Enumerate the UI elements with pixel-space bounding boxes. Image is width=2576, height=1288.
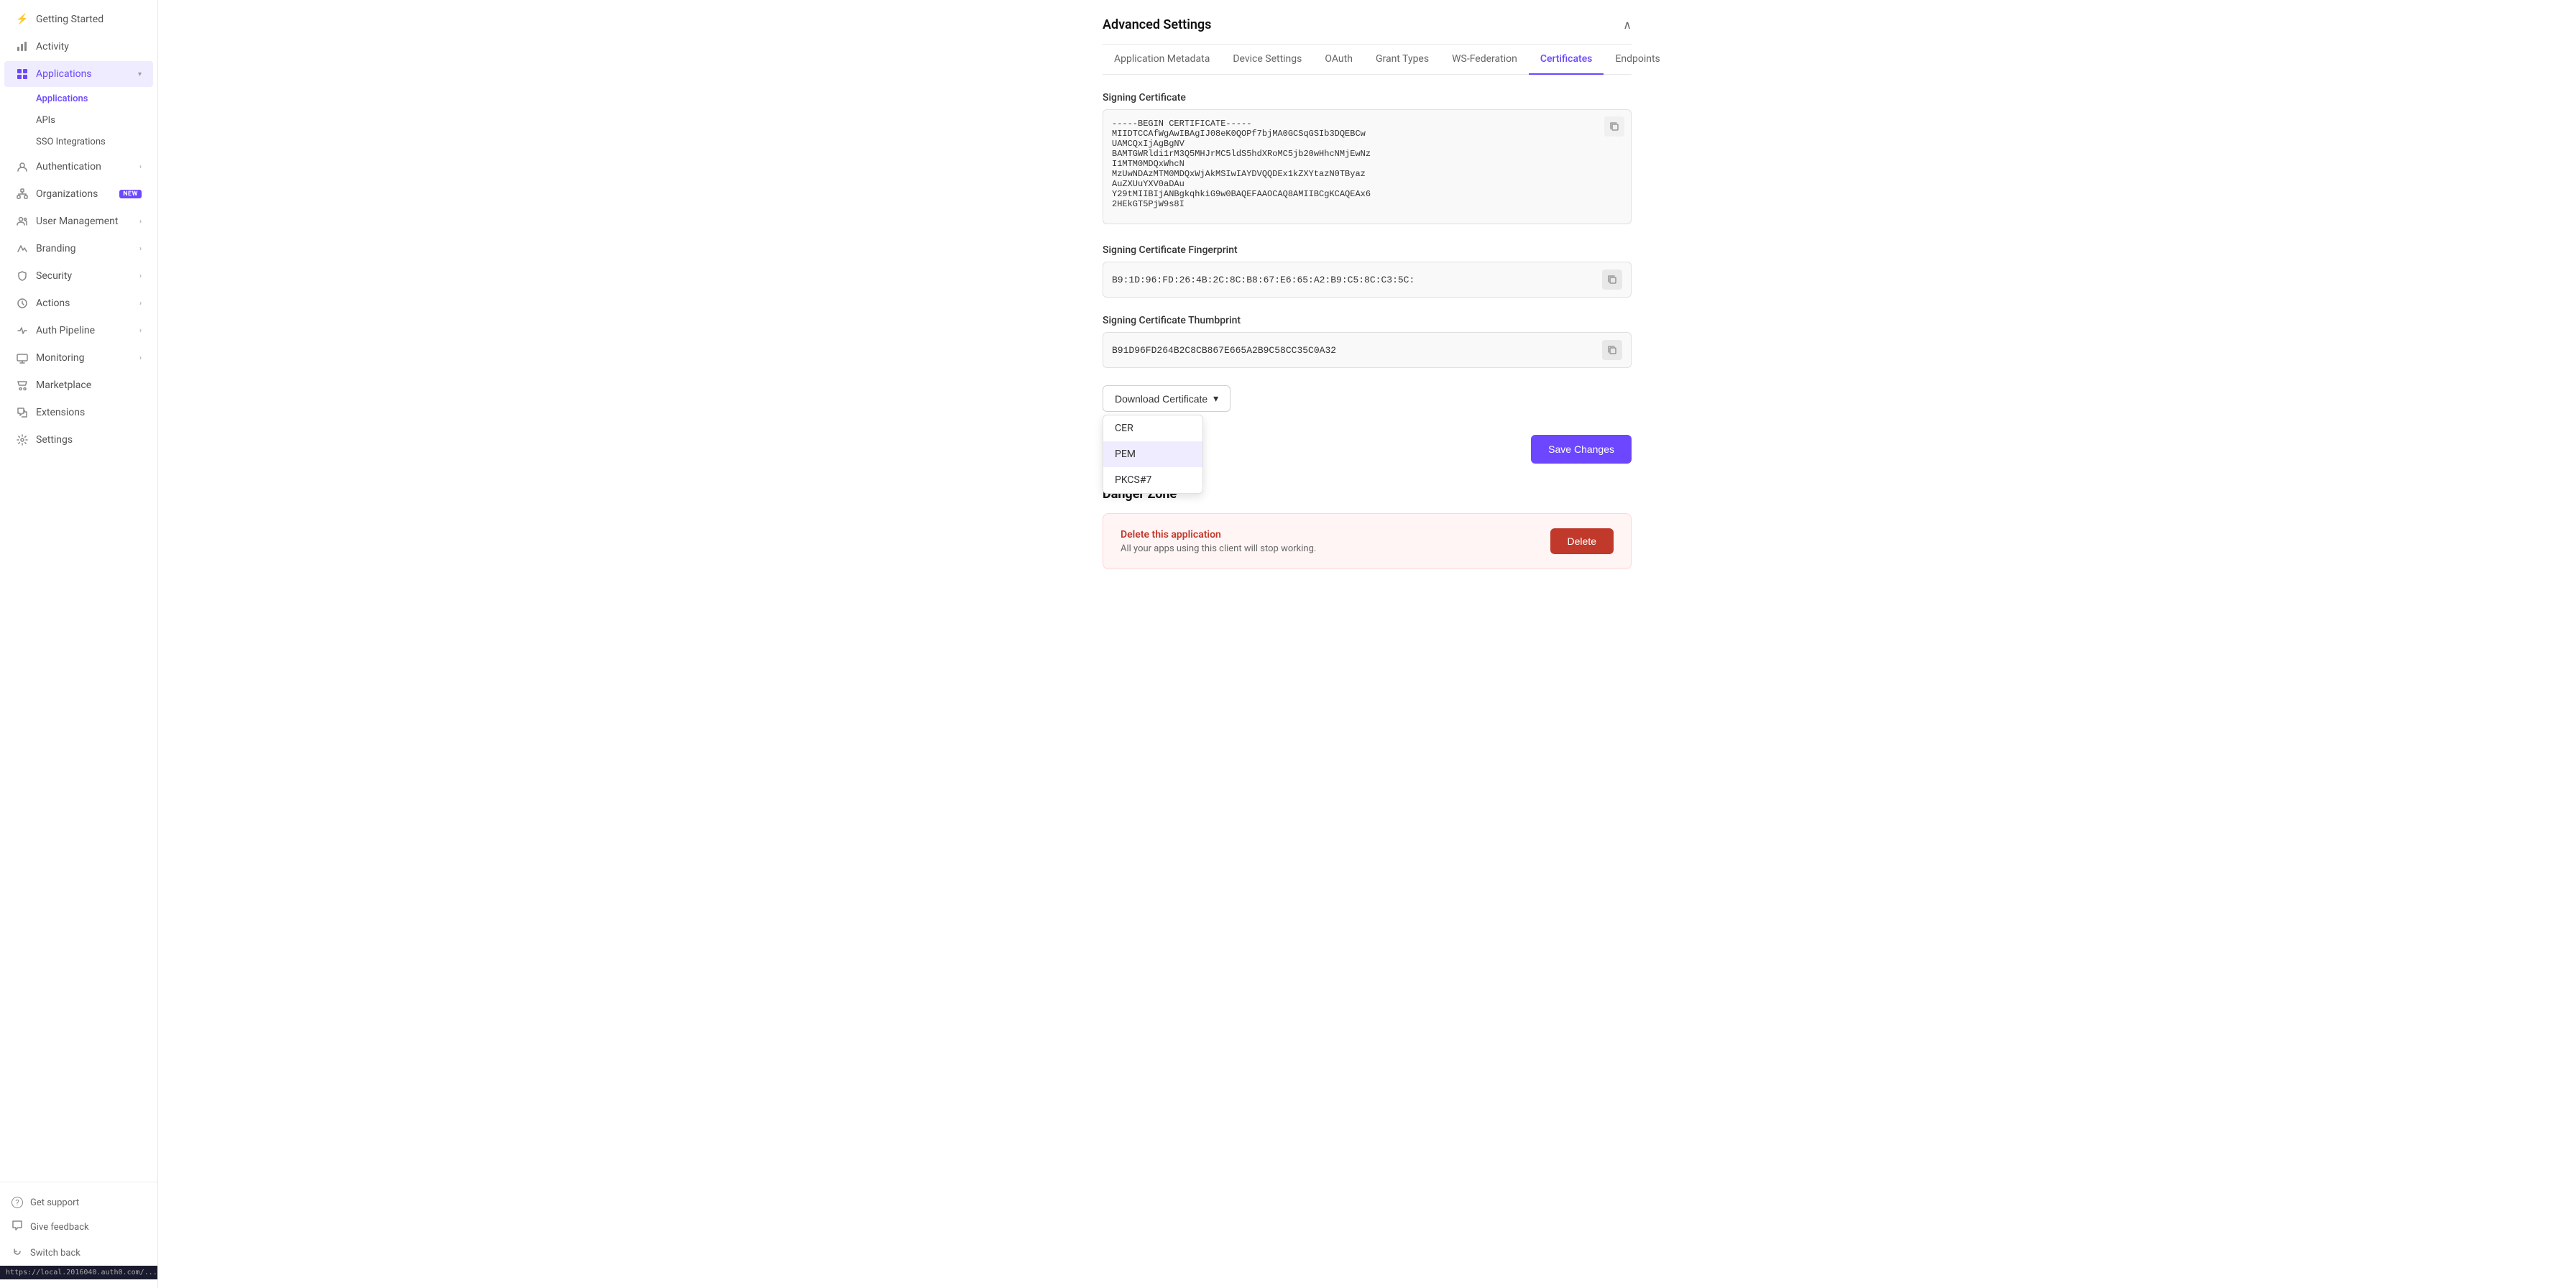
sidebar-item-organizations[interactable]: Organizations NEW <box>4 181 153 207</box>
tab-grant-types[interactable]: Grant Types <box>1364 45 1440 75</box>
security-icon <box>16 270 29 282</box>
sidebar-item-actions[interactable]: Actions › <box>4 290 153 316</box>
chevron-right-icon: › <box>139 245 142 253</box>
chevron-right-icon: › <box>139 163 142 171</box>
sidebar-item-activity[interactable]: Activity <box>4 34 153 60</box>
branding-icon <box>16 242 29 255</box>
signing-thumbprint-wrapper <box>1103 332 1632 368</box>
copy-certificate-button[interactable] <box>1604 116 1624 137</box>
save-changes-button[interactable]: Save Changes <box>1531 435 1632 464</box>
sidebar-item-security[interactable]: Security › <box>4 263 153 289</box>
delete-app-description: All your apps using this client will sto… <box>1121 543 1316 554</box>
sidebar-item-monitoring[interactable]: Monitoring › <box>4 345 153 371</box>
advanced-settings-header: Advanced Settings ∧ <box>1103 17 1632 45</box>
delete-app-title: Delete this application <box>1121 529 1316 540</box>
signing-certificate-wrapper: -----BEGIN CERTIFICATE----- MIIDTCCAfWgA… <box>1103 109 1632 227</box>
download-pkcs7-option[interactable]: PKCS#7 <box>1103 467 1202 493</box>
tab-certificates[interactable]: Certificates <box>1529 45 1604 75</box>
download-certificate-dropdown: CER PEM PKCS#7 <box>1103 415 1203 494</box>
sidebar-item-label: Getting Started <box>36 14 142 25</box>
sidebar-sub-applications: Applications APIs SSO Integrations <box>0 88 157 153</box>
download-certificate-wrapper: Download Certificate ▾ CER PEM PKCS#7 <box>1103 385 1230 412</box>
new-badge: NEW <box>119 190 142 198</box>
collapse-icon[interactable]: ∧ <box>1623 18 1632 32</box>
sidebar-item-settings[interactable]: Settings <box>4 427 153 453</box>
switch-back-icon <box>12 1246 23 1260</box>
signing-thumbprint-input[interactable] <box>1112 345 1602 356</box>
tab-oauth[interactable]: OAuth <box>1313 45 1364 75</box>
sidebar-item-branding[interactable]: Branding › <box>4 236 153 262</box>
signing-thumbprint-label: Signing Certificate Thumbprint <box>1103 315 1632 326</box>
organizations-icon <box>16 188 29 201</box>
signing-certificate-label: Signing Certificate <box>1103 92 1632 104</box>
user-management-icon <box>16 215 29 228</box>
sidebar-item-authentication[interactable]: Authentication › <box>4 154 153 180</box>
support-icon: ? <box>12 1197 23 1208</box>
tab-ws-federation[interactable]: WS-Federation <box>1440 45 1529 75</box>
sidebar-item-user-management[interactable]: User Management › <box>4 208 153 234</box>
url-bar: https://local.2016040.auth0.com/... <box>0 1266 157 1279</box>
sidebar: ⚡ Getting Started Activity Applications … <box>0 0 158 1288</box>
settings-icon <box>16 433 29 446</box>
sidebar-sub-item-sso[interactable]: SSO Integrations <box>36 132 153 152</box>
chevron-down-icon: ▾ <box>138 70 142 78</box>
sidebar-switch-back[interactable]: Switch back <box>0 1240 157 1266</box>
signing-fingerprint-label: Signing Certificate Fingerprint <box>1103 244 1632 256</box>
sidebar-item-applications[interactable]: Applications ▾ <box>4 61 153 87</box>
auth-pipeline-icon <box>16 324 29 337</box>
download-pem-option[interactable]: PEM <box>1103 441 1202 467</box>
sidebar-get-support[interactable]: ? Get support <box>0 1191 157 1214</box>
download-certificate-button[interactable]: Download Certificate ▾ <box>1103 385 1230 412</box>
copy-thumbprint-button[interactable] <box>1602 340 1622 360</box>
sidebar-item-label: Activity <box>36 41 142 52</box>
signing-fingerprint-wrapper <box>1103 262 1632 298</box>
extensions-icon <box>16 406 29 419</box>
chevron-right-icon: › <box>139 300 142 308</box>
sidebar-item-extensions[interactable]: Extensions <box>4 400 153 426</box>
sidebar-item-label: Applications <box>36 68 131 80</box>
chevron-right-icon: › <box>139 327 142 335</box>
main-content: Advanced Settings ∧ Application Metadata… <box>158 0 2576 1288</box>
sidebar-sub-item-apis[interactable]: APIs <box>36 110 153 131</box>
sidebar-item-getting-started[interactable]: ⚡ Getting Started <box>4 6 153 32</box>
chevron-down-icon: ▾ <box>1213 392 1218 405</box>
chevron-right-icon: › <box>139 272 142 280</box>
applications-icon <box>16 68 29 80</box>
activity-icon <box>16 40 29 53</box>
actions-icon <box>16 297 29 310</box>
authentication-icon <box>16 160 29 173</box>
download-cer-option[interactable]: CER <box>1103 415 1202 441</box>
monitoring-icon <box>16 351 29 364</box>
chevron-right-icon: › <box>139 354 142 362</box>
signing-fingerprint-field: Signing Certificate Fingerprint <box>1103 244 1632 298</box>
tab-application-metadata[interactable]: Application Metadata <box>1103 45 1221 75</box>
chevron-right-icon: › <box>139 218 142 226</box>
marketplace-icon <box>16 379 29 392</box>
signing-fingerprint-input[interactable] <box>1112 275 1602 285</box>
tab-device-settings[interactable]: Device Settings <box>1221 45 1313 75</box>
signing-certificate-textarea[interactable]: -----BEGIN CERTIFICATE----- MIIDTCCAfWgA… <box>1103 109 1632 224</box>
advanced-settings-title: Advanced Settings <box>1103 17 1211 32</box>
copy-fingerprint-button[interactable] <box>1602 270 1622 290</box>
delete-application-button[interactable]: Delete <box>1550 528 1614 554</box>
advanced-settings-tabs: Application Metadata Device Settings OAu… <box>1103 45 1632 75</box>
tab-endpoints[interactable]: Endpoints <box>1604 45 1671 75</box>
danger-zone-info: Delete this application All your apps us… <box>1121 529 1316 554</box>
sidebar-item-auth-pipeline[interactable]: Auth Pipeline › <box>4 318 153 344</box>
lightning-icon: ⚡ <box>16 13 29 26</box>
advanced-settings-section: Advanced Settings ∧ Application Metadata… <box>1103 17 1632 464</box>
signing-thumbprint-field: Signing Certificate Thumbprint <box>1103 315 1632 368</box>
sidebar-item-marketplace[interactable]: Marketplace <box>4 372 153 398</box>
feedback-icon <box>12 1220 23 1234</box>
signing-certificate-field: Signing Certificate -----BEGIN CERTIFICA… <box>1103 92 1632 227</box>
sidebar-sub-item-applications[interactable]: Applications <box>36 88 153 109</box>
sidebar-give-feedback[interactable]: Give feedback <box>0 1214 157 1240</box>
danger-zone-section: Danger Zone Delete this application All … <box>1103 487 1632 569</box>
sidebar-bottom: ? Get support Give feedback Switch back … <box>0 1182 157 1288</box>
danger-zone-box: Delete this application All your apps us… <box>1103 513 1632 569</box>
